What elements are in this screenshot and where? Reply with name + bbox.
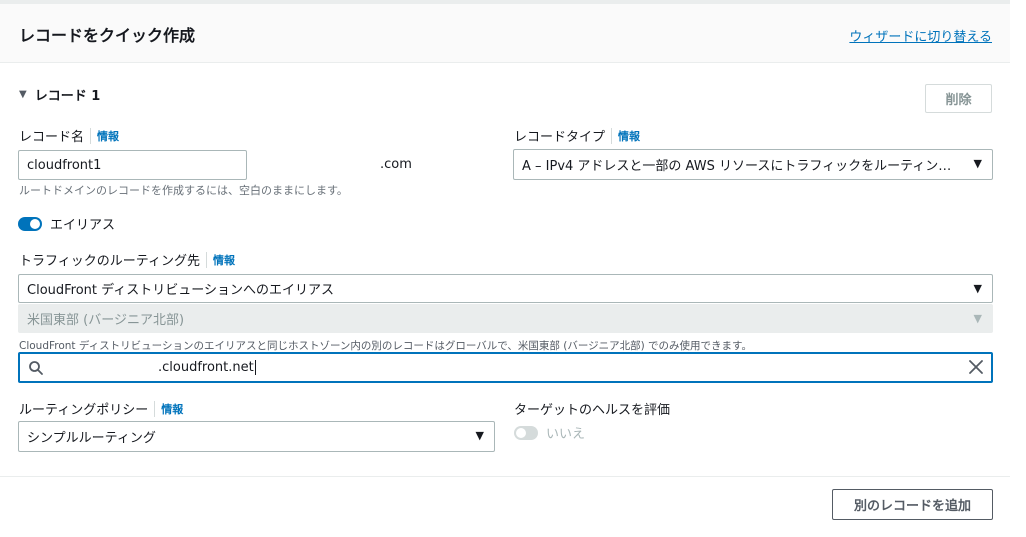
region-select: 米国東部 (バージニア北部) ▼ (18, 304, 993, 333)
dropdown-arrow-icon: ▼ (973, 312, 982, 325)
dropdown-arrow-icon: ▼ (973, 282, 982, 295)
route-target-value: CloudFront ディストリビューションへのエイリアス (27, 283, 334, 298)
health-label: ターゲットのヘルスを評価 (514, 403, 671, 418)
dropdown-arrow-icon: ▼ (973, 157, 982, 170)
text-cursor (254, 360, 256, 375)
route-info-link[interactable]: 情報 (205, 251, 235, 268)
record-name-info-link[interactable]: 情報 (90, 127, 119, 144)
toggle-knob (516, 427, 526, 438)
record-type-select[interactable]: A – IPv4 アドレスと一部の AWS リソースにトラフィックをルーティン…… (513, 149, 993, 180)
record-type-label: レコードタイプ (514, 130, 606, 145)
toggle-knob (30, 218, 40, 229)
record-name-label: レコード名 (19, 130, 85, 145)
delete-button[interactable]: 削除 (925, 84, 992, 113)
alias-label: エイリアス (50, 218, 116, 233)
health-toggle-row: いいえ (514, 423, 585, 442)
close-icon[interactable] (967, 358, 985, 376)
policy-label-row: ルーティングポリシー 情報 (19, 399, 183, 418)
route-traffic-label: トラフィックのルーティング先 (19, 254, 200, 269)
record-section-title: レコード 1 (34, 89, 101, 104)
routing-policy-select[interactable]: シンプルルーティング ▼ (18, 421, 495, 452)
record-name-hint: ルートドメインのレコードを作成するには、空白のままにします。 (19, 184, 348, 197)
route-target-select[interactable]: CloudFront ディストリビューションへのエイリアス ▼ (18, 274, 993, 303)
dropdown-arrow-icon: ▼ (475, 429, 484, 442)
footer-divider (0, 476, 1010, 477)
alias-toggle[interactable] (18, 216, 42, 231)
caret-down-icon: ▼ (19, 89, 27, 100)
add-record-button[interactable]: 別のレコードを追加 (832, 489, 993, 520)
domain-suffix: .com (380, 157, 412, 172)
endpoint-search-text: .cloudfront.net (158, 360, 254, 375)
page-title: レコードをクイック作成 (19, 26, 196, 45)
record-section-toggle[interactable]: ▼ レコード 1 (19, 85, 100, 104)
routing-policy-label: ルーティングポリシー (19, 403, 149, 418)
region-value: 米国東部 (バージニア北部) (27, 313, 185, 328)
record-name-label-row: レコード名 情報 (19, 126, 119, 145)
panel-header: レコードをクイック作成 ウィザードに切り替える (0, 4, 1010, 63)
record-name-input[interactable]: cloudfront1 (18, 150, 247, 180)
endpoint-search-input[interactable]: .cloudfront.net (18, 352, 993, 383)
health-toggle[interactable] (514, 425, 538, 440)
record-type-value: A – IPv4 アドレスと一部の AWS リソースにトラフィックをルーティン… (522, 159, 952, 174)
region-hint: CloudFront ディストリビューションのエイリアスと同じホストゾーン内の別… (19, 340, 752, 352)
route-label-row: トラフィックのルーティング先 情報 (19, 250, 235, 269)
switch-to-wizard-link[interactable]: ウィザードに切り替える (849, 26, 992, 45)
record-type-info-link[interactable]: 情報 (611, 127, 640, 144)
search-icon (29, 361, 43, 375)
routing-policy-value: シンプルルーティング (27, 431, 156, 446)
policy-info-link[interactable]: 情報 (154, 400, 183, 417)
record-type-label-row: レコードタイプ 情報 (514, 126, 640, 145)
alias-toggle-row: エイリアス (18, 214, 115, 233)
endpoint-search-value: .cloudfront.net (158, 360, 256, 375)
health-value: いいえ (546, 427, 586, 442)
